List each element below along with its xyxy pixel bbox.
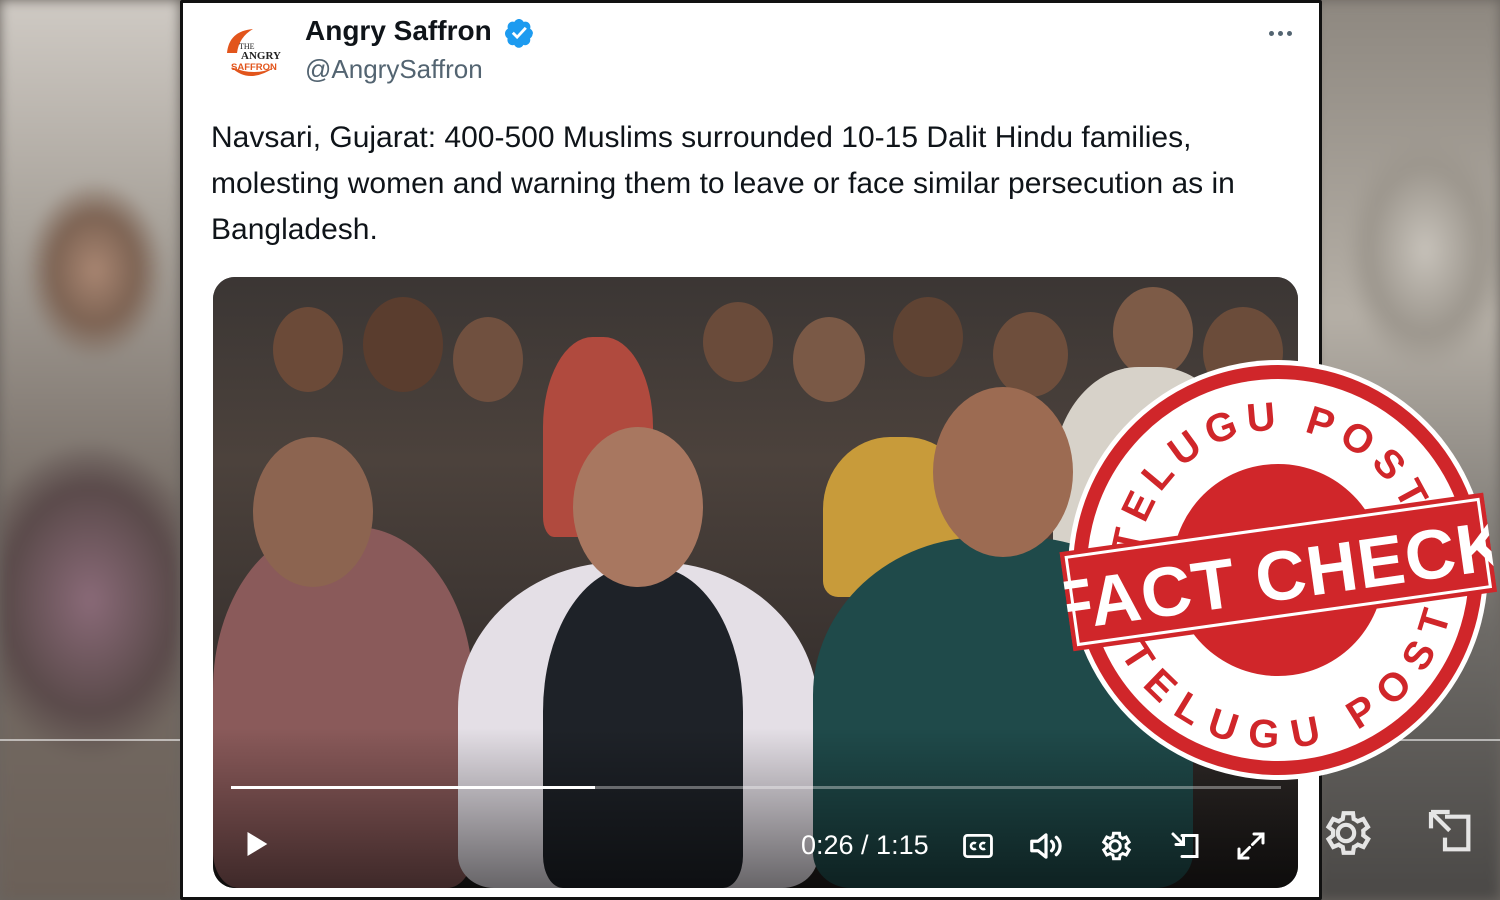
video-progress-fill — [231, 786, 596, 789]
author-handle[interactable]: @AngrySaffron — [305, 54, 483, 85]
blurred-progress-line-left — [0, 739, 180, 741]
blurred-left-panel — [0, 0, 180, 900]
more-dot — [1277, 30, 1283, 36]
settings-icon[interactable] — [1097, 828, 1133, 864]
more-dot — [1268, 30, 1274, 36]
verified-badge-icon — [505, 19, 533, 48]
captions-icon[interactable] — [961, 829, 995, 863]
play-icon[interactable] — [239, 827, 273, 861]
fact-check-stamp: TELUGU POST TELUGU POST FACT CHECK — [1045, 360, 1500, 780]
more-options-button[interactable] — [1263, 19, 1297, 47]
svg-text:SAFFRON: SAFFRON — [231, 62, 277, 73]
author-avatar[interactable]: THE ANGRY SAFFRON — [219, 23, 285, 89]
fullscreen-icon[interactable] — [1233, 828, 1269, 864]
tweet-text: Navsari, Gujarat: 400-500 Muslims surrou… — [211, 121, 1235, 246]
author-name[interactable]: Angry Saffron — [305, 15, 492, 47]
blurred-settings-icon — [1325, 811, 1371, 855]
svg-text:ANGRY: ANGRY — [241, 50, 281, 62]
volume-icon[interactable] — [1027, 827, 1065, 865]
pip-icon[interactable] — [1167, 828, 1203, 864]
video-time-display: 0:26 / 1:15 — [801, 830, 929, 860]
blurred-pip-icon — [1428, 809, 1471, 852]
more-dot — [1286, 30, 1292, 36]
